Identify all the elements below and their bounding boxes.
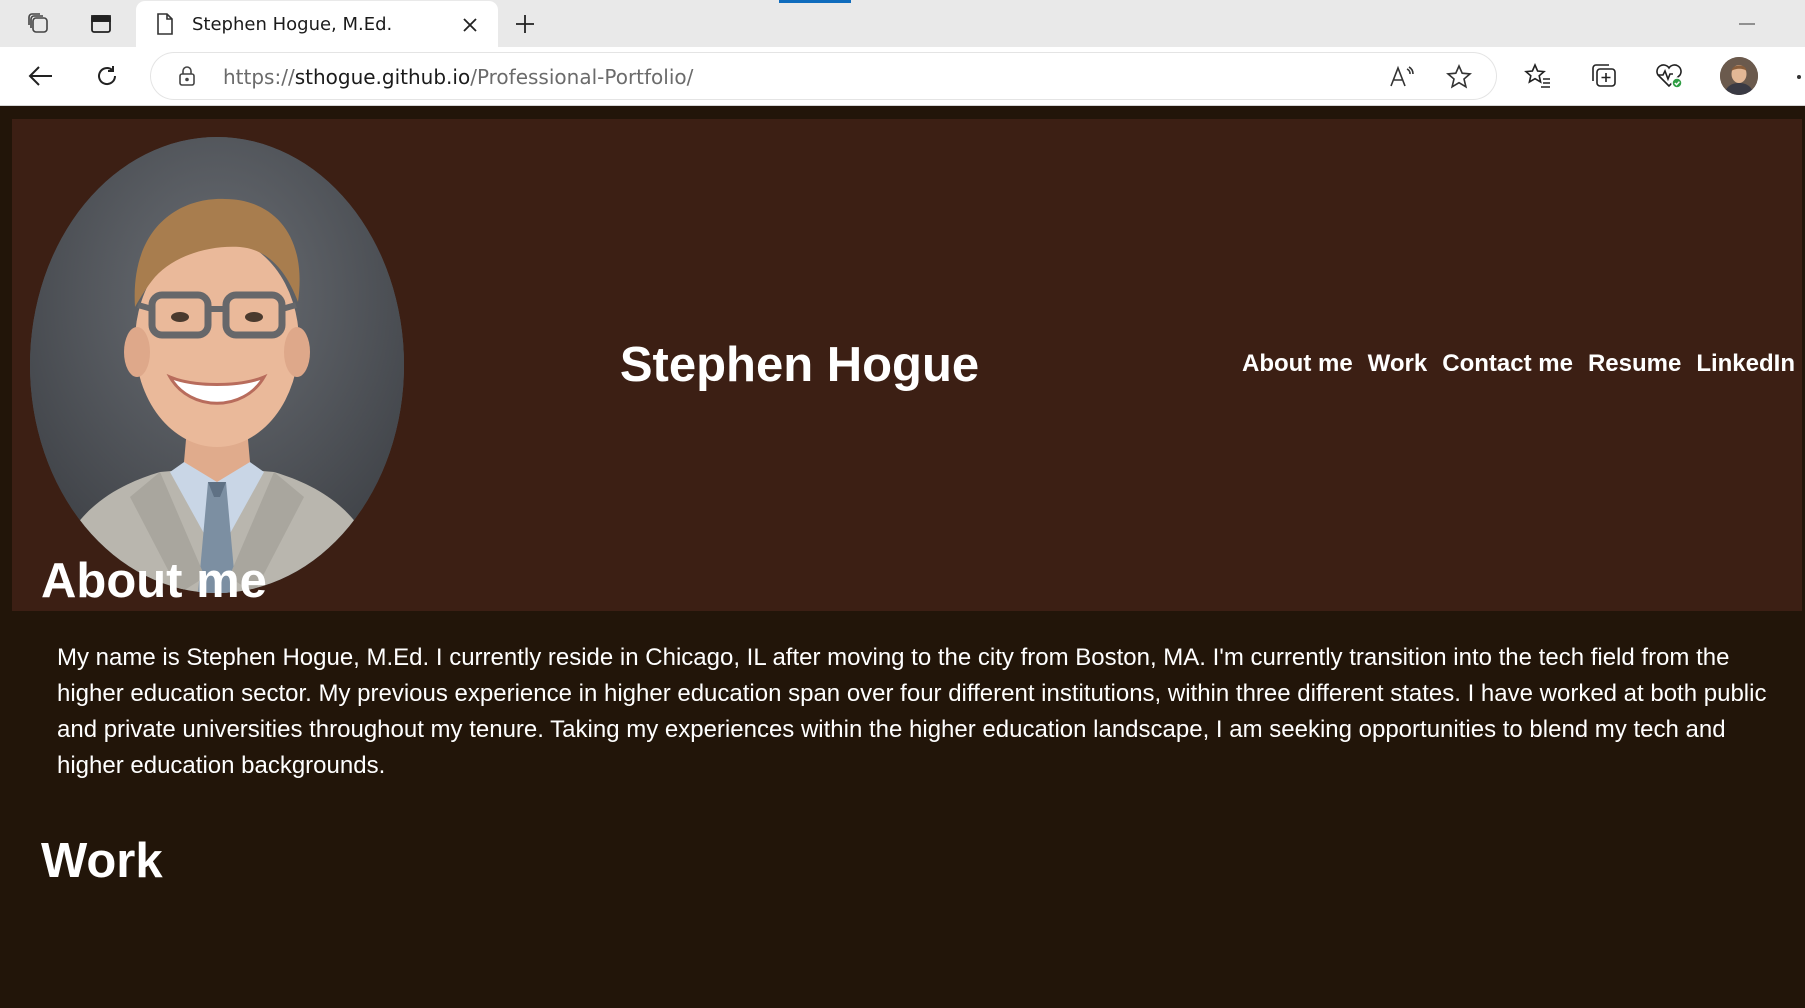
nav-work[interactable]: Work: [1368, 350, 1428, 378]
collections-icon[interactable]: [1585, 57, 1623, 95]
url-text[interactable]: https://sthogue.github.io/Professional-P…: [223, 65, 693, 89]
read-aloud-icon[interactable]: [1386, 61, 1418, 93]
browser-essentials-icon[interactable]: [1650, 57, 1688, 95]
profile-photo: [30, 137, 404, 593]
star-icon[interactable]: [1443, 61, 1475, 93]
nav-contact-me[interactable]: Contact me: [1442, 350, 1573, 378]
nav-resume[interactable]: Resume: [1588, 350, 1681, 378]
profile-avatar[interactable]: [1720, 57, 1758, 95]
nav-linkedin[interactable]: LinkedIn: [1696, 350, 1795, 378]
site-title: Stephen Hogue: [619, 338, 980, 392]
loading-indicator: [779, 0, 851, 3]
tab-actions-icon[interactable]: [22, 8, 56, 40]
vertical-tabs-icon[interactable]: [84, 8, 118, 40]
nav-about-me[interactable]: About me: [1242, 350, 1353, 378]
tab-title: Stephen Hogue, M.Ed.: [192, 14, 393, 35]
hero-header: Stephen Hogue About me Work Contact me R…: [12, 119, 1802, 611]
refresh-icon[interactable]: [88, 57, 126, 95]
minimize-icon[interactable]: [1732, 10, 1762, 38]
url-protocol: https://: [223, 65, 295, 89]
browser-toolbar: https://sthogue.github.io/Professional-P…: [0, 47, 1805, 106]
page-content: Stephen Hogue About me Work Contact me R…: [0, 107, 1805, 1008]
about-text: My name is Stephen Hogue, M.Ed. I curren…: [57, 644, 1767, 779]
page-favicon-icon: [156, 13, 174, 40]
close-icon[interactable]: [458, 13, 482, 37]
plus-icon[interactable]: [508, 8, 542, 40]
about-heading: About me: [41, 554, 267, 608]
url-path: /Professional-Portfolio/: [470, 65, 694, 89]
work-heading: Work: [41, 834, 163, 888]
main-nav: About me Work Contact me Resume LinkedIn: [1242, 350, 1795, 378]
back-arrow-icon[interactable]: [22, 57, 60, 95]
more-menu-icon[interactable]: [1797, 75, 1801, 79]
url-host: sthogue.github.io: [294, 65, 471, 89]
lock-icon[interactable]: [177, 65, 197, 92]
tab-bar: Stephen Hogue, M.Ed.: [0, 0, 1805, 48]
active-tab[interactable]: Stephen Hogue, M.Ed.: [136, 1, 498, 48]
favorites-icon[interactable]: [1519, 57, 1557, 95]
address-bar[interactable]: https://sthogue.github.io/Professional-P…: [151, 53, 1496, 99]
